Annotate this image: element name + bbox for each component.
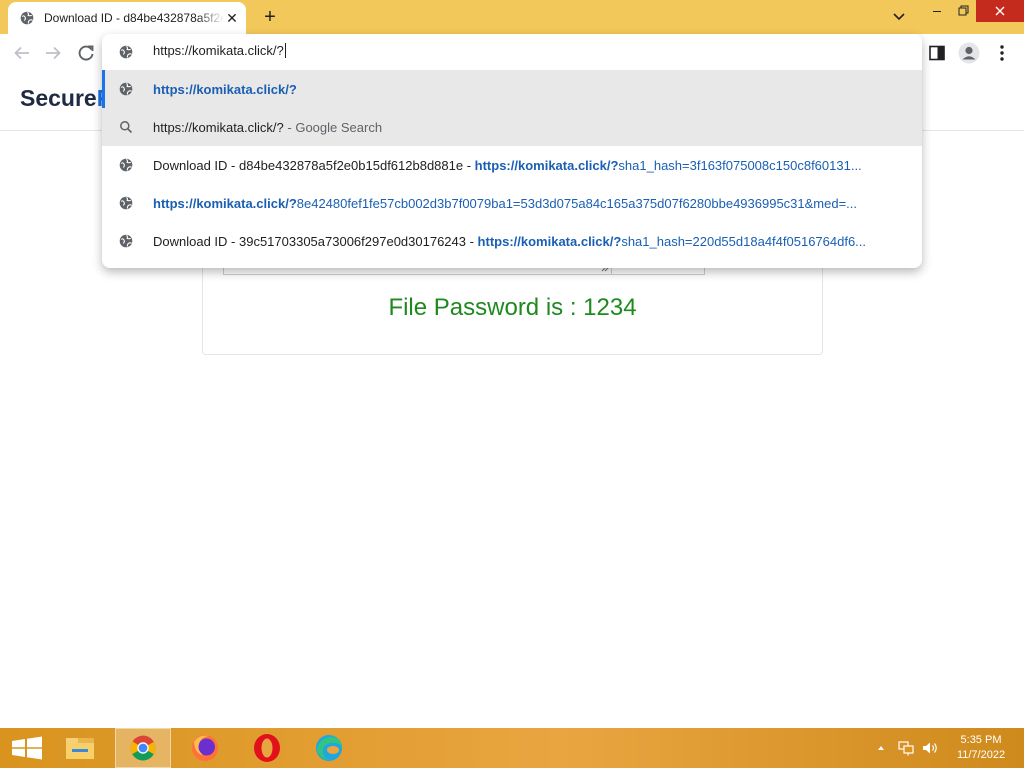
- suggestion-url: https://komikata.click/?: [153, 196, 297, 211]
- browser-titlebar: Download ID - d84be432878a5f2e0b15df612b…: [0, 0, 1024, 34]
- restore-window-icon[interactable]: [949, 0, 977, 22]
- omnibox-suggestion[interactable]: Download ID - 39c51703305a73006f297e0d30…: [102, 222, 922, 260]
- omnibox-suggestion[interactable]: Download ID - d84be432878a5f2e0b15df612b…: [102, 146, 922, 184]
- edge-taskbar-icon[interactable]: [301, 728, 357, 768]
- omnibox-suggestion[interactable]: https://komikata.click/? - Google Search: [102, 108, 922, 146]
- file-explorer-icon[interactable]: [52, 728, 108, 768]
- profile-avatar-icon[interactable]: [958, 42, 980, 64]
- selection-indicator: [102, 70, 105, 108]
- suggestion-prefix: Download ID - d84be432878a5f2e0b15df612b…: [153, 158, 475, 173]
- omnibox-suggestion[interactable]: https://komikata.click/?8e42480fef1fe57c…: [102, 184, 922, 222]
- suggestion-url: https://komikata.click/?: [474, 158, 619, 173]
- reload-icon[interactable]: [75, 42, 97, 64]
- globe-icon: [119, 82, 133, 96]
- suggestion-prefix: Download ID - 39c51703305a73006f297e0d30…: [153, 234, 478, 249]
- logo-text: Secure: [20, 85, 97, 111]
- suggestion-text: Download ID - d84be432878a5f2e0b15df612b…: [153, 158, 913, 173]
- globe-icon: [119, 196, 133, 210]
- suggestion-text: https://komikata.click/? - Google Search: [153, 120, 913, 135]
- close-window-icon[interactable]: [976, 0, 1024, 22]
- firefox-taskbar-icon[interactable]: [177, 728, 233, 768]
- tab-search-chevron-icon[interactable]: [889, 8, 909, 26]
- volume-icon[interactable]: [921, 740, 939, 756]
- opera-taskbar-icon[interactable]: [239, 728, 295, 768]
- side-panel-icon[interactable]: [928, 44, 946, 62]
- kebab-menu-icon[interactable]: [995, 42, 1009, 64]
- windows-taskbar: 5:35 PM 11/7/2022: [0, 728, 1024, 768]
- globe-icon: [119, 234, 133, 248]
- suggestion-prefix: https://komikata.click/?: [153, 120, 284, 135]
- suggestion-url-rest: 8e42480fef1fe57cb002d3b7f0079ba1=53d3d07…: [296, 196, 858, 211]
- suggestion-url: https://komikata.click/?: [477, 234, 622, 249]
- show-hidden-icons-chevron-icon[interactable]: [876, 740, 886, 756]
- globe-icon: [119, 158, 133, 172]
- windows-start-icon[interactable]: [0, 728, 56, 768]
- suggestion-url-rest: sha1_hash=220d55d18a4f4f0516764df6...: [621, 234, 867, 249]
- clock-time: 5:35 PM: [960, 734, 1002, 746]
- suggestion-suffix: - Google Search: [283, 120, 383, 135]
- taskbar-clock[interactable]: 5:35 PM 11/7/2022: [944, 733, 1018, 763]
- globe-icon: [119, 45, 133, 59]
- site-logo[interactable]: SecureF: [20, 85, 111, 112]
- search-icon: [120, 121, 133, 134]
- back-arrow-icon[interactable]: [11, 42, 33, 64]
- new-tab-button[interactable]: +: [258, 6, 282, 28]
- chrome-taskbar-icon[interactable]: [115, 728, 171, 768]
- text-caret: [284, 43, 286, 58]
- tab-close-icon[interactable]: ✕: [224, 10, 240, 26]
- forward-arrow-icon[interactable]: [42, 42, 64, 64]
- minimize-window-icon[interactable]: [923, 0, 951, 22]
- suggestion-text: Download ID - 39c51703305a73006f297e0d30…: [153, 234, 913, 249]
- file-password-text: File Password is : 1234: [388, 294, 637, 321]
- address-input-value: https://komikata.click/?: [153, 43, 284, 58]
- address-bar[interactable]: https://komikata.click/?: [102, 34, 922, 70]
- suggestion-text: https://komikata.click/?: [153, 82, 913, 97]
- clock-date: 11/7/2022: [956, 749, 1006, 761]
- suggestion-url: https://komikata.click/?: [153, 82, 297, 97]
- omnibox-dropdown: https://komikata.click/? https://komikat…: [102, 34, 922, 268]
- suggestion-url-rest: sha1_hash=3f163f075008c150c8f60131...: [618, 158, 862, 173]
- suggestion-text: https://komikata.click/?8e42480fef1fe57c…: [153, 196, 913, 211]
- address-input[interactable]: https://komikata.click/?: [153, 43, 286, 58]
- browser-tab[interactable]: Download ID - d84be432878a5f2e0b15df612b…: [8, 2, 246, 34]
- globe-icon: [20, 11, 34, 25]
- network-icon[interactable]: [897, 740, 915, 756]
- omnibox-suggestion[interactable]: https://komikata.click/?: [102, 70, 922, 108]
- tab-title: Download ID - d84be432878a5f2e0b15df612b…: [44, 11, 224, 25]
